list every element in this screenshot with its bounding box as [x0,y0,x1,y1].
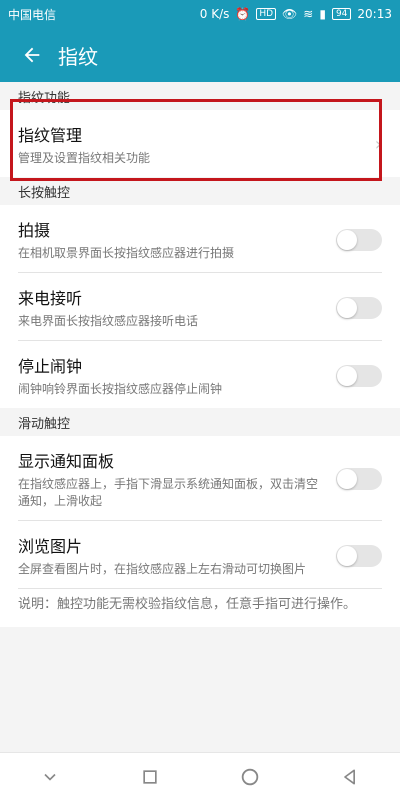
item-label: 显示通知面板 [18,452,115,471]
back-button[interactable] [12,35,52,75]
item-description: 在相机取景界面长按指纹感应器进行拍摄 [18,246,235,260]
item-label: 停止闹钟 [18,357,83,376]
battery-indicator: 94 [331,8,352,20]
list-item-stop-alarm[interactable]: 停止闹钟 闹钟响铃界面长按指纹感应器停止闹钟 [0,341,400,408]
item-label: 指纹管理 [18,126,83,145]
chevron-down-icon [44,773,56,781]
status-icons: 0 K/s ⏰ HD 👁 ≋ ▮ 94 20:13 [200,7,392,21]
nav-back-button[interactable] [330,757,370,797]
browse-photos-toggle[interactable] [336,544,382,567]
capture-toggle[interactable] [336,228,382,251]
toggle-knob [337,545,357,566]
eye-icon: 👁 [282,7,298,21]
navigation-bar [0,752,400,800]
alarm-icon: ⏰ [235,7,251,21]
item-description: 在指纹感应器上，手指下滑显示系统通知面板，双击清空通知，上滑收起 [18,477,319,508]
signal-icon: ▮ [319,7,326,21]
carrier-label: 中国电信 [8,7,57,22]
stop-alarm-toggle[interactable] [336,364,382,387]
toggle-knob [337,469,357,489]
nav-recents-button[interactable] [130,757,170,797]
item-description: 闹钟响铃界面长按指纹感应器停止闹钟 [18,382,223,396]
page-title: 指纹 [58,44,98,69]
fingerprint-management-item[interactable]: 指纹管理 管理及设置指纹相关功能 › [0,110,400,177]
toggle-knob [337,297,357,318]
item-label: 拍摄 [18,221,51,240]
settings-content: 指纹功能 指纹管理 管理及设置指纹相关功能 › 长按触控 拍摄 在相机取景界面长… [0,82,400,752]
list-item-notification-panel[interactable]: 显示通知面板 在指纹感应器上，手指下滑显示系统通知面板，双击清空通知，上滑收起 [0,436,400,520]
arrow-left-icon [24,47,40,63]
list-item-capture[interactable]: 拍摄 在相机取景界面长按指纹感应器进行拍摄 [0,205,400,272]
toggle-knob [337,365,357,386]
triangle-back-icon [344,769,355,784]
section-header-swipe: 滑动触控 [18,417,71,432]
nav-home-button[interactable] [230,757,270,797]
swipe-note: 说明：触控功能无需校验指纹信息，任意手指可进行操作。 [0,589,400,627]
list-item-answer-call[interactable]: 来电接听 来电界面长按指纹感应器接听电话 [0,273,400,340]
nav-collapse-button[interactable] [30,757,70,797]
status-bar: 中国电信 0 K/s ⏰ HD 👁 ≋ ▮ 94 20:13 [0,0,400,28]
item-label: 浏览图片 [18,537,83,556]
circle-icon [241,768,259,785]
item-description: 管理及设置指纹相关功能 [18,151,151,165]
hd-badge: HD [256,8,277,20]
list-item-browse-photos[interactable]: 浏览图片 全屏查看图片时，在指纹感应器上左右滑动可切换图片 [0,521,400,588]
long-press-card: 拍摄 在相机取景界面长按指纹感应器进行拍摄 来电接听 来电界面长按指纹感应器接听… [0,205,400,408]
fingerprint-card: 指纹管理 管理及设置指纹相关功能 › [0,110,400,177]
item-description: 来电界面长按指纹感应器接听电话 [18,314,199,328]
item-label: 来电接听 [18,289,83,308]
answer-call-toggle[interactable] [336,296,382,319]
chevron-right-icon: › [374,134,382,155]
section-header-long-press: 长按触控 [18,186,71,201]
item-description: 全屏查看图片时，在指纹感应器上左右滑动可切换图片 [18,562,307,576]
square-icon [143,769,157,784]
network-speed: 0 K/s [199,7,230,21]
swipe-card: 显示通知面板 在指纹感应器上，手指下滑显示系统通知面板，双击清空通知，上滑收起 … [0,436,400,627]
wifi-icon: ≋ [303,7,314,21]
app-bar: 指纹 [0,28,400,82]
toggle-knob [337,229,357,250]
notification-panel-toggle[interactable] [336,468,382,490]
section-header-fingerprint: 指纹功能 [18,91,71,106]
clock: 20:13 [357,7,392,21]
